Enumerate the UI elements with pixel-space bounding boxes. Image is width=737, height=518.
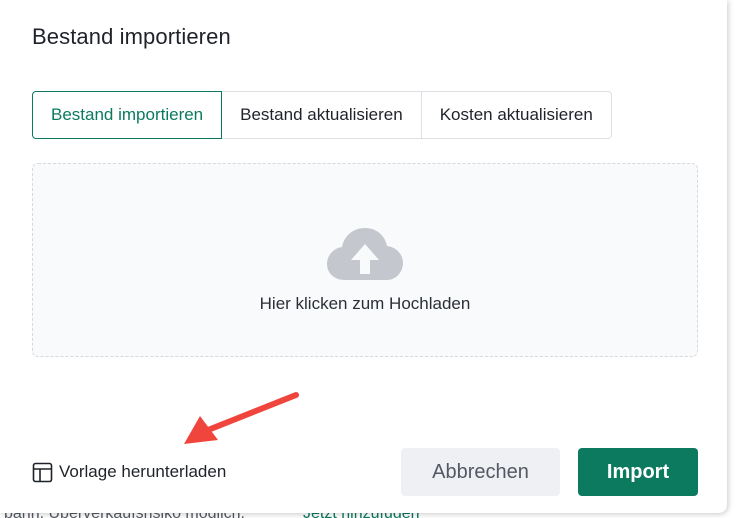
- tab-bestand-importieren[interactable]: Bestand importieren: [32, 91, 223, 139]
- cancel-button[interactable]: Abbrechen: [401, 448, 560, 496]
- upload-label: Hier klicken zum Hochladen: [259, 294, 471, 313]
- import-dialog: Bestand importieren Bestand importieren …: [0, 0, 727, 513]
- cloud-upload-icon: [327, 228, 403, 280]
- dialog-title: Bestand importieren: [32, 24, 231, 49]
- download-template-link[interactable]: Vorlage herunterladen: [32, 460, 226, 484]
- tab-kosten-aktualisieren[interactable]: Kosten aktualisieren: [420, 91, 612, 139]
- tab-group: Bestand importieren Bestand aktualisiere…: [32, 91, 612, 139]
- template-table-icon: [32, 462, 53, 482]
- import-button[interactable]: Import: [578, 448, 698, 496]
- tab-bestand-aktualisieren[interactable]: Bestand aktualisieren: [221, 91, 422, 139]
- page: bann. Überverkaufsrisiko möglich. Jetzt …: [0, 0, 737, 518]
- download-template-label: Vorlage herunterladen: [59, 462, 227, 481]
- upload-dropzone[interactable]: Hier klicken zum Hochladen: [32, 163, 698, 357]
- annotation-arrow-icon: [184, 392, 299, 444]
